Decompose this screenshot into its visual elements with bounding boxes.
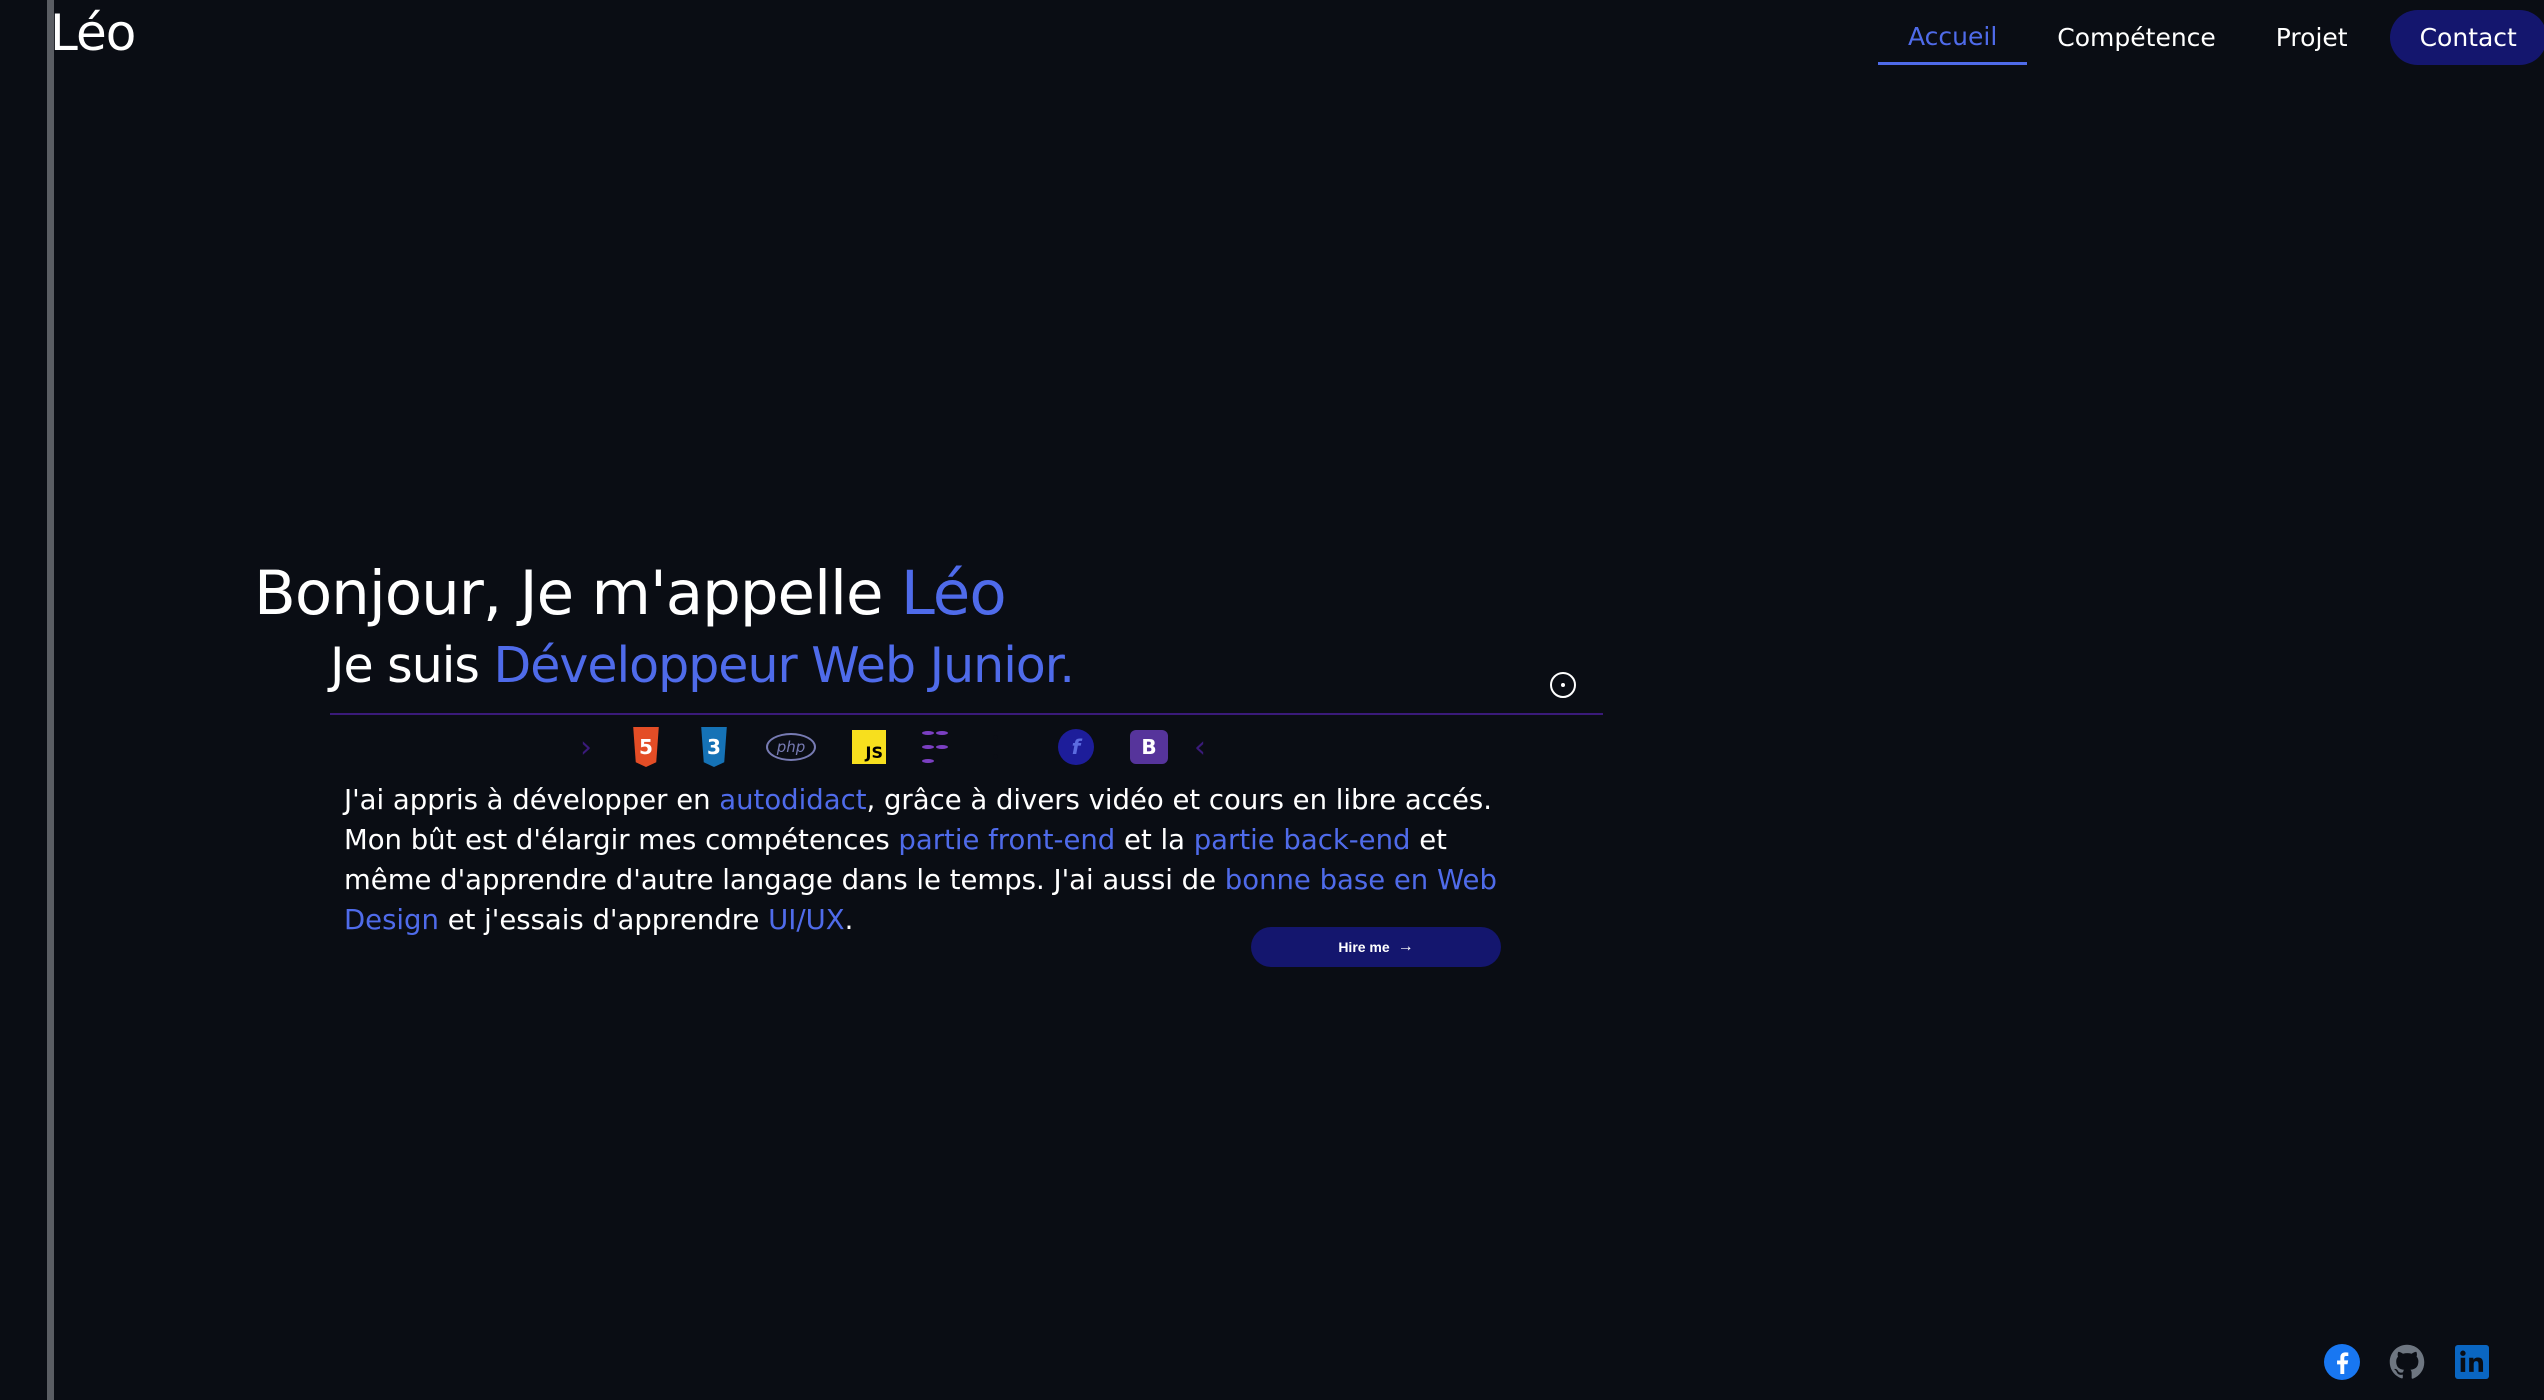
cursor-indicator-icon — [1550, 672, 1576, 698]
nav-accueil[interactable]: Accueil — [1878, 10, 2028, 65]
nav-competence[interactable]: Compétence — [2027, 10, 2246, 65]
bootstrap-icon: B — [1130, 730, 1168, 764]
greeting-text: Bonjour, Je m'appelle — [254, 558, 901, 629]
symfony-icon: f — [1058, 729, 1094, 765]
html5-icon: 5 — [633, 727, 659, 767]
nav-projet[interactable]: Projet — [2246, 10, 2378, 65]
carousel-prev-icon[interactable]: ‹ — [1194, 730, 1224, 765]
about-paragraph: J'ai appris à développer en autodidact, … — [344, 780, 1524, 940]
role-text: Développeur Web Junior. — [493, 637, 1075, 694]
css3-icon: 3 — [701, 727, 727, 767]
about-text: . — [844, 904, 854, 936]
about-text: et la — [1115, 824, 1194, 856]
linkedin-icon[interactable] — [2452, 1342, 2492, 1382]
hire-me-label: Hire me — [1338, 939, 1390, 955]
hire-me-button[interactable]: Hire me → — [1251, 927, 1501, 967]
arrow-right-icon: → — [1397, 938, 1414, 955]
figma-icon — [922, 727, 948, 767]
about-highlight: UI/UX — [768, 904, 845, 936]
nav-contact[interactable]: Contact — [2389, 10, 2544, 65]
php-icon: php — [766, 733, 816, 761]
intro-text: Je suis — [330, 637, 494, 694]
facebook-icon[interactable] — [2322, 1342, 2362, 1382]
about-text: et j'essais d'apprendre — [438, 904, 769, 936]
hero-name: Léo — [900, 558, 1007, 629]
github-icon[interactable] — [2387, 1342, 2427, 1382]
hero-role: Je suis Développeur Web Junior. — [330, 637, 1075, 694]
about-highlight: autodidact — [719, 784, 867, 816]
hero-greeting: Bonjour, Je m'appelle Léo — [254, 558, 1007, 629]
about-highlight: partie back-end — [1193, 824, 1411, 856]
about-text: J'ai appris à développer en — [344, 784, 720, 816]
database-icon — [984, 730, 1022, 764]
site-logo[interactable]: Léo — [50, 4, 136, 62]
carousel-next-icon[interactable]: › — [580, 730, 610, 765]
main-nav: Accueil Compétence Projet Contact — [1878, 10, 2544, 65]
about-highlight: partie front-end — [898, 824, 1116, 856]
javascript-icon: JS — [852, 730, 886, 764]
hero-divider — [330, 713, 1603, 715]
tech-carousel: › 5 3 php JS f B ‹ — [580, 727, 1224, 767]
left-scroll-bar — [47, 0, 54, 1400]
